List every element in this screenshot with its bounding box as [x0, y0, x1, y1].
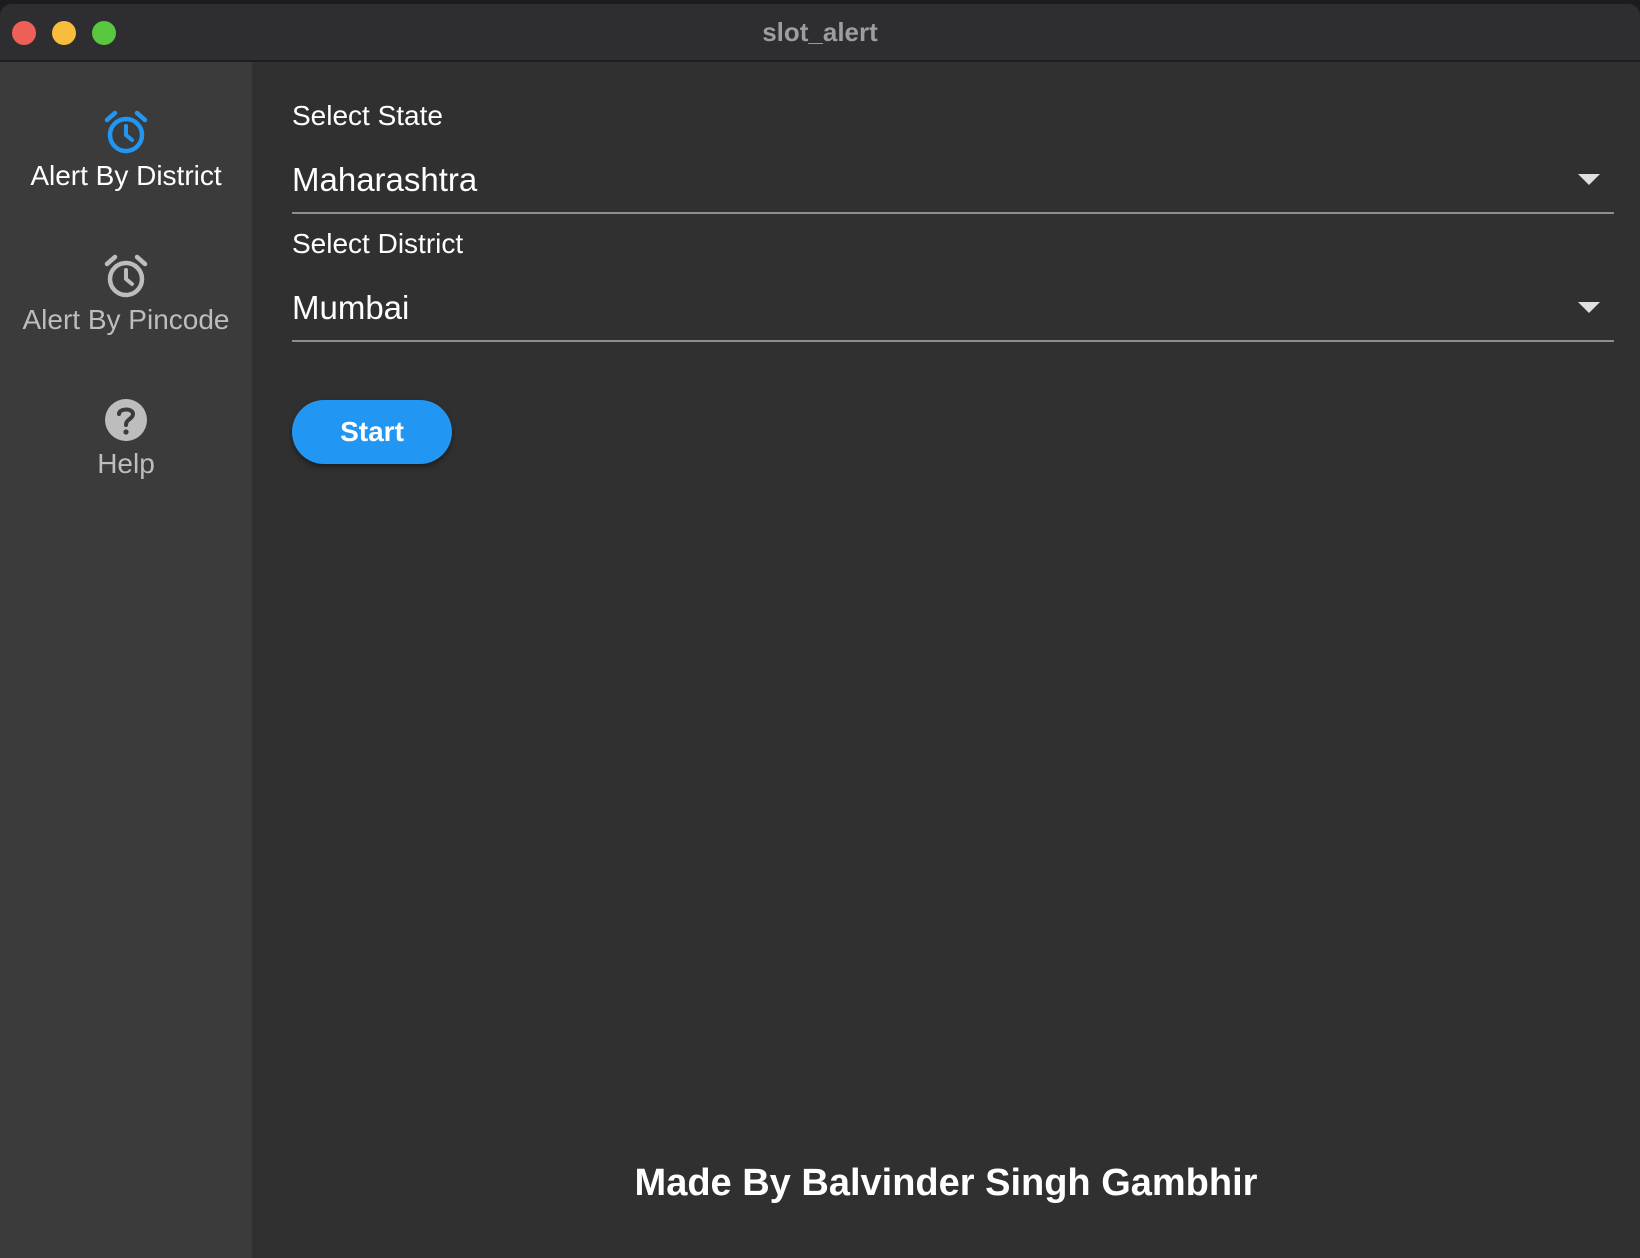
sidebar-item-alert-by-district[interactable]: Alert By District: [0, 108, 252, 192]
sidebar-item-label: Alert By Pincode: [22, 304, 230, 335]
alarm-icon: [104, 254, 148, 298]
caret-down-icon: [1578, 174, 1600, 185]
caret-down-icon: [1578, 302, 1600, 313]
main-content: Select State Maharashtra Select District…: [252, 62, 1640, 1258]
window-title: slot_alert: [762, 17, 878, 47]
alarm-icon: [104, 110, 148, 154]
state-field-label: Select State: [292, 100, 443, 131]
sidebar-item-help[interactable]: Help: [0, 396, 252, 480]
sidebar-nav: Alert By District Alert By Pincode Help: [0, 62, 252, 1258]
start-button[interactable]: Start: [292, 400, 452, 464]
footer-credit: Made By Balvinder Singh Gambhir: [634, 1162, 1258, 1204]
district-dropdown[interactable]: Mumbai: [292, 278, 1614, 342]
district-field-label: Select District: [292, 228, 464, 259]
help-circle-icon: [105, 399, 147, 441]
sidebar-item-label: Help: [97, 448, 155, 479]
state-selected-value: Maharashtra: [292, 161, 478, 198]
sidebar-item-alert-by-pincode[interactable]: Alert By Pincode: [0, 252, 252, 336]
sidebar-item-label: Alert By District: [30, 160, 222, 191]
app-window: slot_alert Alert By District Alert By Pi…: [0, 4, 1640, 1258]
district-selected-value: Mumbai: [292, 289, 410, 326]
state-dropdown[interactable]: Maharashtra: [292, 150, 1614, 214]
title-bar[interactable]: slot_alert: [0, 4, 1640, 62]
